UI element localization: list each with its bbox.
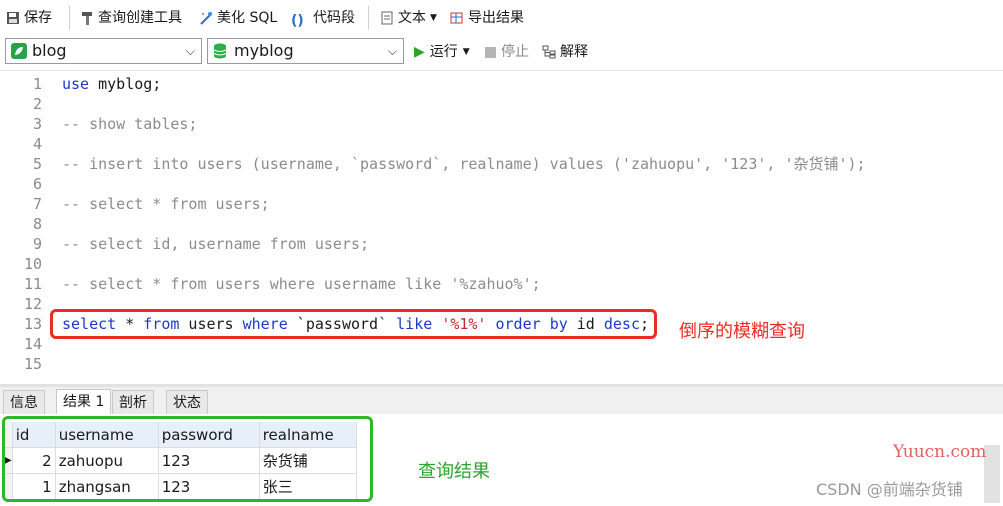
floppy-disk-icon <box>6 11 20 25</box>
explain-button[interactable]: 解释 <box>542 42 588 62</box>
code-text: myblog; <box>89 75 162 93</box>
tab-status[interactable]: 状态 <box>166 390 208 415</box>
sql-keyword: use <box>62 75 90 93</box>
result-annotation: 查询结果 <box>418 461 490 482</box>
code-comment: -- select * from users where username li… <box>62 275 541 293</box>
explain-label: 解释 <box>560 44 588 60</box>
code-comment: -- show tables; <box>62 115 198 133</box>
table-export-icon <box>450 11 464 25</box>
line-number: 4 <box>32 135 42 153</box>
hammer-icon <box>80 11 94 25</box>
text-mode-button[interactable]: 文本 ▼ <box>380 8 437 28</box>
watermark-site: Yuucn.com <box>893 442 987 462</box>
query-builder-button[interactable]: 查询创建工具 <box>80 8 182 28</box>
play-icon: ▶ <box>414 44 425 60</box>
connection-value: blog <box>32 41 67 60</box>
document-icon <box>380 11 394 25</box>
connection-select[interactable]: blog ⌵ <box>5 38 202 64</box>
result-tabbar: 信息 结果 1 剖析 状态 <box>0 384 1003 416</box>
database-value: myblog <box>234 41 294 60</box>
line-number: 12 <box>23 295 42 313</box>
query-builder-label: 查询创建工具 <box>98 10 182 26</box>
database-select[interactable]: myblog ⌵ <box>207 38 404 64</box>
main-toolbar: 保存 查询创建工具 美化 SQL () 代码段 文本 ▼ 导出结果 <box>0 0 1003 36</box>
line-number: 14 <box>23 335 42 353</box>
text-mode-label: 文本 <box>398 10 426 26</box>
magic-wand-icon <box>199 11 213 25</box>
connection-toolbar: blog ⌵ myblog ⌵ ▶ 运行 ▼ 停止 解释 <box>0 36 1003 71</box>
code-snippet-label: 代码段 <box>313 10 355 26</box>
line-number: 7 <box>32 195 42 213</box>
line-number: 2 <box>32 95 42 113</box>
line-number: 5 <box>32 155 42 173</box>
parentheses-icon: () <box>291 13 304 29</box>
watermark-author: CSDN @前端杂货铺 <box>816 480 963 499</box>
code-comment: -- insert into users (username, `passwor… <box>62 155 866 173</box>
query-annotation: 倒序的模糊查询 <box>679 321 805 342</box>
line-number: 15 <box>23 355 42 373</box>
line-number-gutter: 1 2 3 4 5 6 7 8 9 10 11 12 13 14 15 <box>0 71 50 384</box>
query-highlight-box <box>50 309 657 339</box>
tab-result-1[interactable]: 结果 1 <box>56 389 112 416</box>
line-number: 1 <box>32 75 42 93</box>
dropdown-arrow-icon: ▼ <box>462 47 470 57</box>
code-line: use myblog; <box>62 74 161 94</box>
sql-editor[interactable]: 1 2 3 4 5 6 7 8 9 10 11 12 13 14 15 use … <box>0 71 1003 384</box>
tab-info[interactable]: 信息 <box>3 390 45 415</box>
explain-tree-icon <box>542 45 556 59</box>
line-number: 13 <box>23 315 42 333</box>
result-highlight-box <box>2 416 373 502</box>
line-number: 3 <box>32 115 42 133</box>
database-icon <box>213 43 227 63</box>
run-label: 运行 <box>429 44 458 60</box>
line-number: 6 <box>32 175 42 193</box>
run-button[interactable]: ▶ 运行 ▼ <box>414 42 470 62</box>
line-number: 8 <box>32 215 42 233</box>
save-button[interactable]: 保存 <box>6 8 52 28</box>
export-results-button[interactable]: 导出结果 <box>450 8 524 28</box>
tab-profile[interactable]: 剖析 <box>112 390 154 415</box>
line-number: 11 <box>23 275 42 293</box>
toolbar-divider <box>69 6 70 30</box>
chevron-down-icon: ⌵ <box>387 44 397 58</box>
toolbar-divider <box>368 6 369 30</box>
stop-icon <box>485 46 496 58</box>
dropdown-arrow-icon: ▼ <box>430 13 437 23</box>
stop-button[interactable]: 停止 <box>485 42 529 62</box>
save-label: 保存 <box>24 10 52 26</box>
line-number: 9 <box>32 235 42 253</box>
code-comment: -- select * from users; <box>62 195 270 213</box>
beautify-sql-label: 美化 SQL <box>217 10 278 26</box>
chevron-down-icon: ⌵ <box>185 44 195 58</box>
beautify-sql-button[interactable]: 美化 SQL <box>199 8 277 28</box>
stop-label: 停止 <box>501 44 529 60</box>
export-results-label: 导出结果 <box>468 10 524 26</box>
code-comment: -- select id, username from users; <box>62 235 370 253</box>
connection-leaf-icon <box>11 43 27 63</box>
line-number: 10 <box>23 255 42 273</box>
code-snippet-button[interactable]: () 代码段 <box>291 8 355 29</box>
